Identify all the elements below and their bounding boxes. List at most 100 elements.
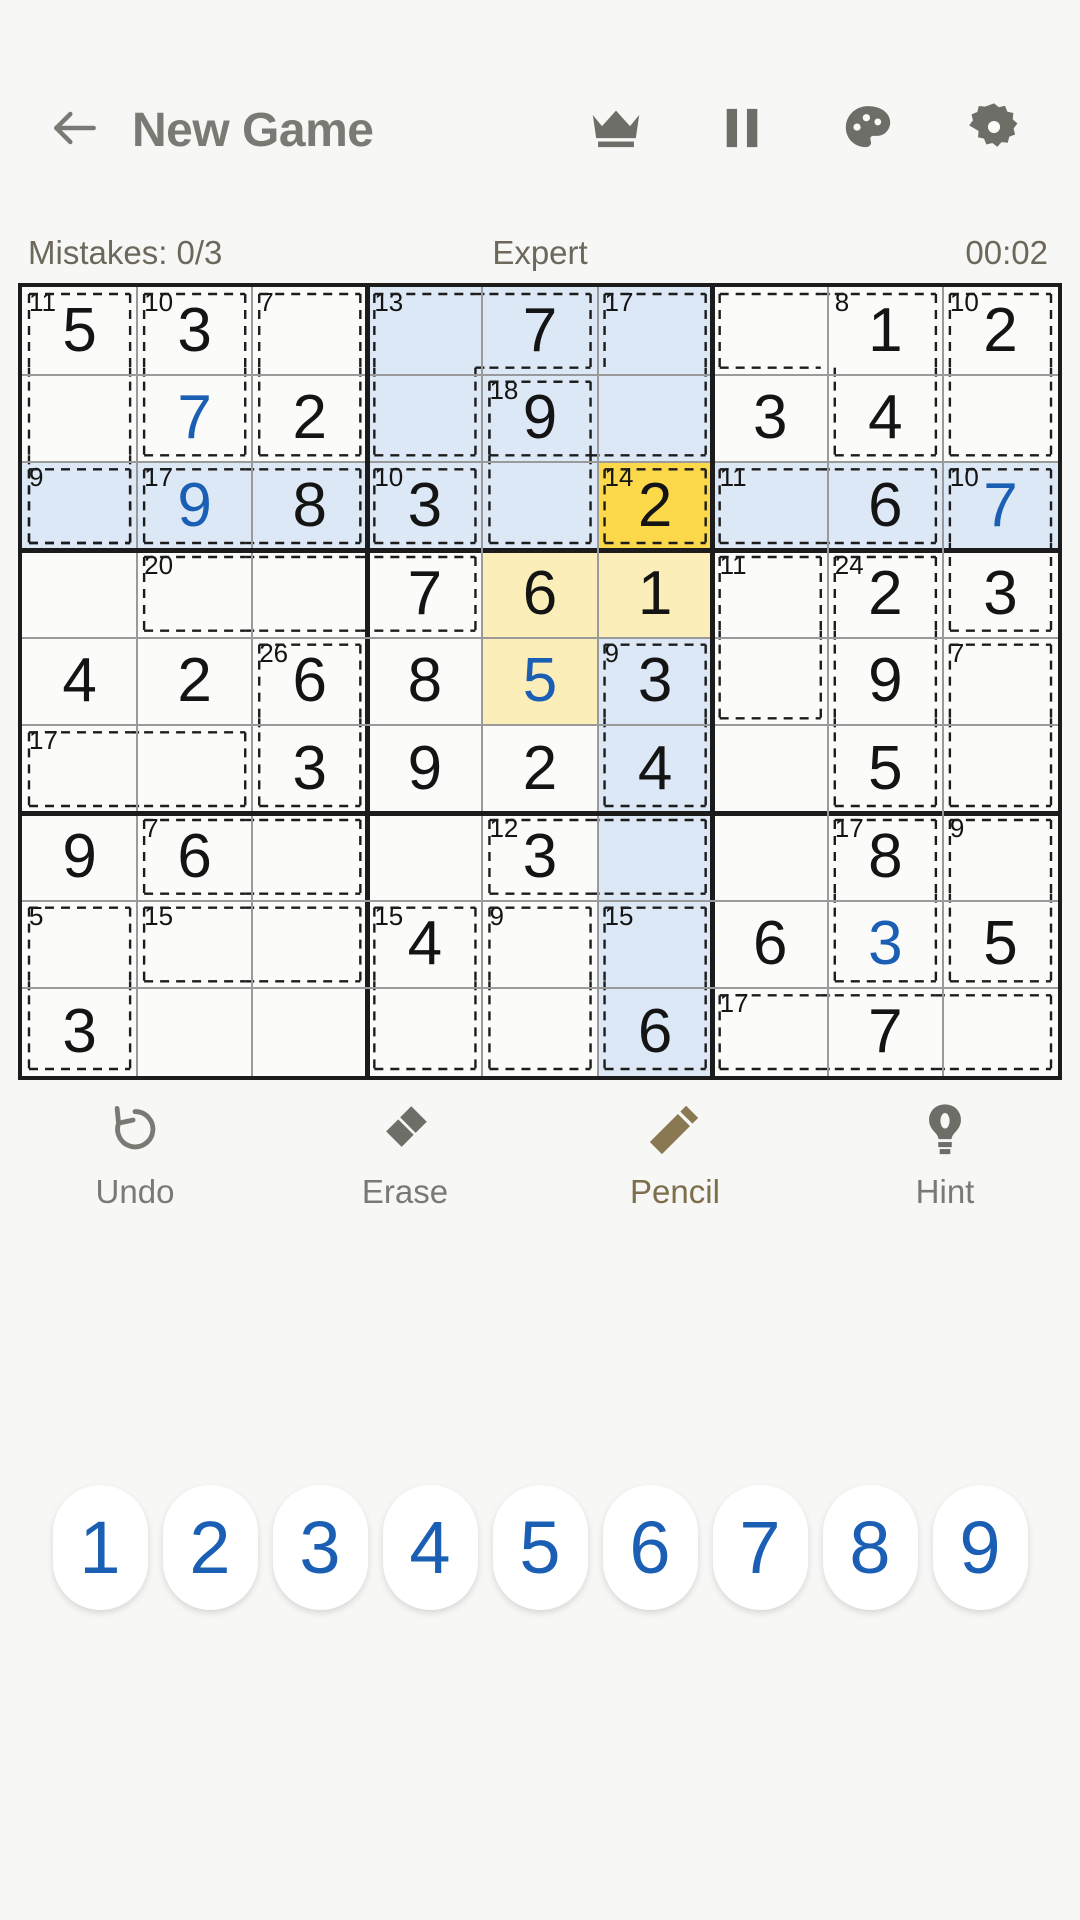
pause-button[interactable] xyxy=(710,98,774,162)
cell-r6-c6[interactable]: 4 xyxy=(597,725,713,813)
cell-r6-c7[interactable] xyxy=(712,725,828,813)
cell-r7-c4[interactable] xyxy=(367,813,483,901)
cell-r4-c3[interactable] xyxy=(252,550,368,638)
cell-r8-c6[interactable]: 15 xyxy=(597,900,713,989)
cell-r2-c8[interactable]: 4 xyxy=(827,374,943,463)
cell-r8-c1[interactable]: 5 xyxy=(22,900,138,989)
cell-r6-c5[interactable]: 2 xyxy=(482,725,598,813)
cell-r2-c5[interactable]: 18 9 xyxy=(482,374,598,463)
cell-r5-c8[interactable]: 9 xyxy=(827,637,943,726)
undo-tool[interactable]: Undo xyxy=(0,1090,270,1220)
cell-r4-c9[interactable]: 3 xyxy=(942,550,1058,638)
cell-r1-c4[interactable]: 13 xyxy=(367,287,483,375)
cell-r7-c7[interactable] xyxy=(712,813,828,901)
settings-button[interactable] xyxy=(962,98,1026,162)
cell-r7-c6[interactable] xyxy=(597,813,713,901)
cell-r2-c9[interactable] xyxy=(942,374,1058,463)
numpad-key-2[interactable]: 2 xyxy=(162,1485,258,1610)
cell-r9-c7[interactable]: 17 xyxy=(712,988,828,1076)
cell-r6-c3[interactable]: 3 xyxy=(252,725,368,813)
cell-r2-c1[interactable] xyxy=(22,374,138,463)
cell-r5-c9[interactable]: 7 xyxy=(942,637,1058,726)
cell-r6-c4[interactable]: 9 xyxy=(367,725,483,813)
cell-r9-c8[interactable]: 7 xyxy=(827,988,943,1076)
cell-r4-c1[interactable] xyxy=(22,550,138,638)
numpad-key-8[interactable]: 8 xyxy=(822,1485,918,1610)
cell-r8-c2[interactable]: 15 xyxy=(137,900,253,989)
cell-r8-c7[interactable]: 6 xyxy=(712,900,828,989)
cell-r3-c4[interactable]: 10 3 xyxy=(367,462,483,550)
cell-r1-c5[interactable]: 7 xyxy=(482,287,598,375)
pencil-tool[interactable]: Pencil xyxy=(540,1090,810,1220)
cell-r1-c8[interactable]: 81 xyxy=(827,287,943,375)
cell-r6-c1[interactable]: 17 xyxy=(22,725,138,813)
cell-r9-c5[interactable] xyxy=(482,988,598,1076)
cell-r3-c2[interactable]: 17 9 xyxy=(137,462,253,550)
cell-r7-c2[interactable]: 76 xyxy=(137,813,253,901)
cell-r7-c1[interactable]: 9 xyxy=(22,813,138,901)
cell-r2-c6[interactable] xyxy=(597,374,713,463)
cell-r8-c8[interactable]: 3 xyxy=(827,900,943,989)
cell-r9-c6[interactable]: 6 xyxy=(597,988,713,1076)
cell-r7-c9[interactable]: 9 xyxy=(942,813,1058,901)
cell-r9-c2[interactable] xyxy=(137,988,253,1076)
numpad-key-9[interactable]: 9 xyxy=(932,1485,1028,1610)
cell-r5-c1[interactable]: 4 xyxy=(22,637,138,726)
cell-r2-c4[interactable] xyxy=(367,374,483,463)
cell-r8-c4[interactable]: 15 4 xyxy=(367,900,483,989)
cell-r5-c5[interactable]: 5 xyxy=(482,637,598,726)
hint-tool[interactable]: Hint xyxy=(810,1090,1080,1220)
cell-r2-c7[interactable]: 3 xyxy=(712,374,828,463)
cell-r7-c5[interactable]: 12 3 xyxy=(482,813,598,901)
cell-r7-c8[interactable]: 17 8 xyxy=(827,813,943,901)
cell-r4-c7[interactable]: 11 xyxy=(712,550,828,638)
cell-r3-c3[interactable]: 8 xyxy=(252,462,368,550)
cell-r4-c6[interactable]: 1 xyxy=(597,550,713,638)
cell-r3-c9[interactable]: 10 7 xyxy=(942,462,1058,550)
cell-r8-c3[interactable] xyxy=(252,900,368,989)
numpad-key-4[interactable]: 4 xyxy=(382,1485,478,1610)
crown-button[interactable] xyxy=(584,98,648,162)
cell-r2-c2[interactable]: 7 xyxy=(137,374,253,463)
cell-r6-c2[interactable] xyxy=(137,725,253,813)
numpad-key-1[interactable]: 1 xyxy=(52,1485,148,1610)
cell-r5-c7[interactable] xyxy=(712,637,828,726)
cell-r9-c9[interactable] xyxy=(942,988,1058,1076)
cell-r3-c1[interactable]: 9 xyxy=(22,462,138,550)
cell-r1-c3[interactable]: 7 xyxy=(252,287,368,375)
cell-r6-c9[interactable] xyxy=(942,725,1058,813)
cell-r1-c7[interactable] xyxy=(712,287,828,375)
cell-r3-c6[interactable]: 14 2 xyxy=(597,462,713,550)
cell-r5-c4[interactable]: 8 xyxy=(367,637,483,726)
cell-r5-c6[interactable]: 93 xyxy=(597,637,713,726)
cell-r4-c2[interactable]: 20 xyxy=(137,550,253,638)
cell-r5-c2[interactable]: 2 xyxy=(137,637,253,726)
sudoku-board[interactable]: 11 5 10 3 7 13 7 17 8 1 10 2 7 2 18 9 3 4 9 17 9 8 10 3 14 2 11 6 10… xyxy=(18,283,1062,1080)
cell-r8-c5[interactable]: 9 xyxy=(482,900,598,989)
erase-tool[interactable]: Erase xyxy=(270,1090,540,1220)
cell-r1-c1[interactable]: 11 5 xyxy=(22,287,138,375)
cell-r6-c8[interactable]: 5 xyxy=(827,725,943,813)
numpad-key-6[interactable]: 6 xyxy=(602,1485,698,1610)
cell-r9-c1[interactable]: 3 xyxy=(22,988,138,1076)
theme-button[interactable] xyxy=(836,98,900,162)
cell-r4-c5[interactable]: 6 xyxy=(482,550,598,638)
cell-r1-c9[interactable]: 10 2 xyxy=(942,287,1058,375)
back-button[interactable] xyxy=(40,95,110,165)
numpad-key-3[interactable]: 3 xyxy=(272,1485,368,1610)
cell-r9-c4[interactable] xyxy=(367,988,483,1076)
cell-r3-c5[interactable] xyxy=(482,462,598,550)
cell-r7-c3[interactable] xyxy=(252,813,368,901)
cell-r8-c9[interactable]: 5 xyxy=(942,900,1058,989)
numpad-key-5[interactable]: 5 xyxy=(492,1485,588,1610)
cell-r9-c3[interactable] xyxy=(252,988,368,1076)
numpad-key-7[interactable]: 7 xyxy=(712,1485,808,1610)
cell-r3-c8[interactable]: 6 xyxy=(827,462,943,550)
cell-r5-c3[interactable]: 26 6 xyxy=(252,637,368,726)
cell-r4-c4[interactable]: 7 xyxy=(367,550,483,638)
cell-r4-c8[interactable]: 24 2 xyxy=(827,550,943,638)
cell-r3-c7[interactable]: 11 xyxy=(712,462,828,550)
cell-r1-c6[interactable]: 17 xyxy=(597,287,713,375)
cell-r2-c3[interactable]: 2 xyxy=(252,374,368,463)
cell-r1-c2[interactable]: 10 3 xyxy=(137,287,253,375)
